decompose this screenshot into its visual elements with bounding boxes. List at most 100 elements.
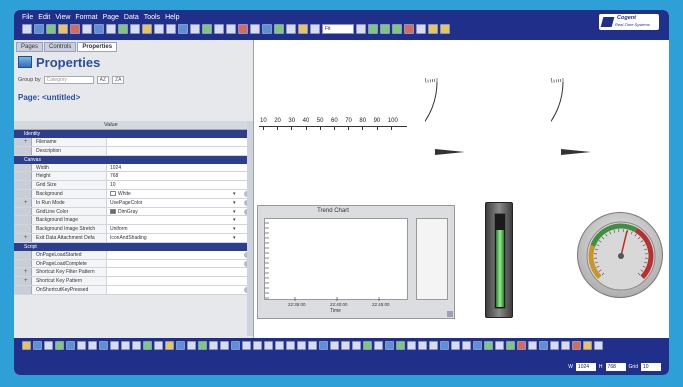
palette-control-icon[interactable]	[88, 341, 97, 350]
palette-control-icon[interactable]	[396, 341, 405, 350]
property-value[interactable]	[107, 277, 233, 285]
menu-file[interactable]: File	[22, 14, 33, 21]
round-gauge[interactable]	[577, 212, 663, 298]
expand-icon[interactable]: +	[24, 235, 28, 241]
palette-control-icon[interactable]	[44, 341, 53, 350]
palette-control-icon[interactable]	[187, 341, 196, 350]
palette-control-icon[interactable]	[462, 341, 471, 350]
toolbar-button-icon[interactable]	[58, 24, 68, 34]
toolbar-button-icon[interactable]	[250, 24, 260, 34]
dropdown-arrow-icon[interactable]: ▾	[233, 198, 241, 207]
linear-scale-control[interactable]: 10 20 30 40 50 60 70 80 90 100	[257, 118, 407, 132]
palette-control-icon[interactable]	[297, 341, 306, 350]
dropdown-arrow-icon[interactable]: ▾	[233, 189, 241, 198]
palette-control-icon[interactable]	[451, 341, 460, 350]
toolbar-button-icon[interactable]	[154, 24, 164, 34]
palette-control-icon[interactable]	[231, 341, 240, 350]
property-row[interactable]: Grid Size 10	[14, 181, 253, 190]
toolbar-button-icon[interactable]	[380, 24, 390, 34]
vertical-bar-gauge[interactable]	[485, 202, 513, 318]
property-value[interactable]: IconAndShading	[107, 233, 233, 242]
toolbar-button-icon[interactable]	[214, 24, 224, 34]
category-identity[interactable]: Identity	[14, 130, 253, 138]
zoom-select[interactable]: Fit	[322, 24, 354, 34]
palette-control-icon[interactable]	[220, 341, 229, 350]
dropdown-arrow-icon[interactable]: ▾	[233, 233, 241, 242]
toolbar-button-icon[interactable]	[118, 24, 128, 34]
toolbar-button-icon[interactable]	[404, 24, 414, 34]
palette-control-icon[interactable]	[341, 341, 350, 350]
menu-page[interactable]: Page	[103, 14, 119, 21]
property-row[interactable]: + In Run Mode UsePageColor ▾	[14, 198, 253, 208]
palette-control-icon[interactable]	[253, 341, 262, 350]
palette-control-icon[interactable]	[264, 341, 273, 350]
palette-control-icon[interactable]	[33, 341, 42, 350]
menu-edit[interactable]: Edit	[38, 14, 50, 21]
palette-control-icon[interactable]	[528, 341, 537, 350]
palette-control-icon[interactable]	[473, 341, 482, 350]
grid-field[interactable]: 10	[641, 363, 661, 371]
trend-chart[interactable]: Trend Chart 22:35:00 22:40:00 22:45:00 T…	[257, 205, 455, 319]
palette-control-icon[interactable]	[176, 341, 185, 350]
toolbar-button-icon[interactable]	[274, 24, 284, 34]
toolbar-button-icon[interactable]	[356, 24, 366, 34]
palette-control-icon[interactable]	[539, 341, 548, 350]
property-row[interactable]: OnShortcutKeyPressed	[14, 285, 253, 295]
sort-az-button[interactable]: AZ	[96, 76, 110, 84]
palette-control-icon[interactable]	[363, 341, 372, 350]
palette-control-icon[interactable]	[121, 341, 130, 350]
toolbar-button-icon[interactable]	[416, 24, 426, 34]
property-row[interactable]: Background Image ▾	[14, 216, 253, 226]
property-value[interactable]: 1024	[107, 163, 233, 172]
toolbar-button-icon[interactable]	[70, 24, 80, 34]
toolbar-button-icon[interactable]	[166, 24, 176, 34]
toolbar-button-icon[interactable]	[82, 24, 92, 34]
palette-control-icon[interactable]	[242, 341, 251, 350]
toolbar-button-icon[interactable]	[226, 24, 236, 34]
palette-control-icon[interactable]	[418, 341, 427, 350]
palette-control-icon[interactable]	[77, 341, 86, 350]
palette-control-icon[interactable]	[286, 341, 295, 350]
property-value[interactable]	[107, 216, 233, 225]
dropdown-arrow-icon[interactable]: ▾	[233, 225, 241, 233]
palette-control-icon[interactable]	[66, 341, 75, 350]
property-value[interactable]	[107, 138, 233, 146]
toolbar-button-icon[interactable]	[202, 24, 212, 34]
palette-control-icon[interactable]	[319, 341, 328, 350]
palette-control-icon[interactable]	[407, 341, 416, 350]
toolbar-button-icon[interactable]	[262, 24, 272, 34]
expand-icon[interactable]: +	[24, 278, 28, 284]
property-value[interactable]: Uniform	[107, 225, 233, 233]
palette-control-icon[interactable]	[308, 341, 317, 350]
palette-control-icon[interactable]	[154, 341, 163, 350]
dropdown-arrow-icon[interactable]: ▾	[233, 216, 241, 225]
toolbar-button-icon[interactable]	[286, 24, 296, 34]
palette-control-icon[interactable]	[374, 341, 383, 350]
palette-control-icon[interactable]	[495, 341, 504, 350]
menu-help[interactable]: Help	[165, 14, 179, 21]
menu-tools[interactable]: Tools	[144, 14, 160, 21]
expand-icon[interactable]: +	[24, 200, 28, 206]
page-canvas[interactable]: 10 20 30 40 50 60 70 80 90 100 020406080100 02040…	[255, 40, 669, 338]
property-value[interactable]	[107, 285, 233, 294]
property-value[interactable]: 768	[107, 172, 233, 181]
height-field[interactable]: 768	[605, 363, 626, 371]
palette-control-icon[interactable]	[572, 341, 581, 350]
palette-control-icon[interactable]	[550, 341, 559, 350]
property-value[interactable]: White	[107, 189, 233, 198]
property-row[interactable]: + Shortcut Key Pattern	[14, 277, 253, 286]
toolbar-button-icon[interactable]	[142, 24, 152, 34]
toolbar-button-icon[interactable]	[428, 24, 438, 34]
property-value[interactable]: 10	[107, 181, 233, 189]
property-value[interactable]	[107, 146, 233, 155]
expand-icon[interactable]: +	[24, 139, 28, 145]
toolbar-button-icon[interactable]	[238, 24, 248, 34]
tab-properties[interactable]: Properties	[77, 42, 118, 52]
palette-control-icon[interactable]	[583, 341, 592, 350]
toolbar-button-icon[interactable]	[106, 24, 116, 34]
property-row[interactable]: Background White ▾	[14, 189, 253, 199]
palette-control-icon[interactable]	[429, 341, 438, 350]
toolbar-button-icon[interactable]	[298, 24, 308, 34]
property-row[interactable]: OnPageLoadStarted	[14, 250, 253, 260]
toolbar-button-icon[interactable]	[392, 24, 402, 34]
